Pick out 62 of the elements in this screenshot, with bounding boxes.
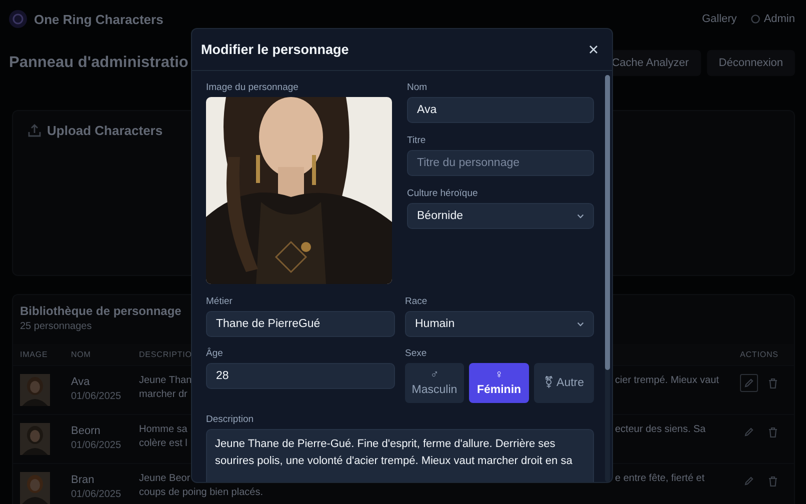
- field-label: Image du personnage: [206, 82, 300, 93]
- age-field[interactable]: 28: [206, 363, 395, 389]
- field-label: Race: [405, 296, 428, 307]
- field-label: Métier: [206, 296, 234, 307]
- title-field[interactable]: Titre du personnage: [407, 150, 594, 176]
- character-name: Beorn: [71, 425, 100, 437]
- field-label: Description: [206, 414, 255, 425]
- trash-icon: [768, 476, 778, 486]
- card-title: Upload Characters: [47, 123, 163, 138]
- description-text: marcher dr: [139, 388, 188, 402]
- field-label: Culture héroïque: [407, 188, 479, 199]
- edit-button[interactable]: [740, 374, 758, 392]
- user-icon: [750, 14, 760, 24]
- chevron-down-icon: [577, 214, 584, 218]
- date-text: 01/06/2025: [71, 440, 122, 451]
- admin-link[interactable]: Admin: [750, 13, 795, 25]
- job-field[interactable]: Thane de PierreGué: [206, 311, 395, 337]
- trash-icon: [768, 378, 778, 388]
- upload-icon: [28, 124, 41, 137]
- pencil-icon: [744, 378, 754, 388]
- gender-option[interactable]: ⚧ Autre: [534, 363, 594, 403]
- column-header: IMAGE: [20, 350, 49, 359]
- close-button[interactable]: [587, 43, 600, 56]
- field-label: Titre: [407, 135, 427, 146]
- ring-logo-icon: [9, 10, 27, 28]
- character-name: Bran: [71, 474, 94, 486]
- page-title: Panneau d'administratio: [9, 54, 188, 72]
- close-icon: [589, 45, 598, 54]
- column-header: ACTIONS: [740, 350, 780, 359]
- app-title: One Ring Characters: [34, 12, 164, 26]
- description-text: ecteur des siens. Sa: [615, 423, 706, 437]
- description-text: Jeune Than: [139, 374, 192, 388]
- dialog-title: Modifier le personnage: [201, 42, 349, 57]
- gender-option[interactable]: ♀ Féminin: [469, 363, 529, 403]
- description-text: coups de poing bien placés.: [139, 486, 263, 500]
- culture-select[interactable]: Béornide: [407, 203, 594, 229]
- description-text: Homme sa: [139, 423, 188, 437]
- scrollbar[interactable]: [605, 75, 610, 482]
- column-header: DESCRIPTIO: [139, 350, 192, 359]
- pencil-icon: [744, 427, 754, 437]
- trash-icon: [768, 426, 778, 438]
- pencil-icon: [744, 476, 754, 486]
- description-text: e entre fête, fierté et: [615, 472, 704, 486]
- name-field[interactable]: Ava: [407, 97, 594, 123]
- race-select[interactable]: Humain: [405, 311, 594, 337]
- gender-option[interactable]: ♂ Masculin: [405, 363, 464, 403]
- nav-link[interactable]: Gallery: [702, 13, 737, 25]
- chevron-down-icon: [577, 322, 584, 326]
- column-header: NOM: [71, 350, 92, 359]
- count-label: 25 personnages: [20, 321, 92, 332]
- date-text: 01/06/2025: [71, 489, 122, 500]
- description-text: Jeune Beor: [139, 472, 190, 486]
- description-text: colère est l: [139, 437, 188, 451]
- character-name: Ava: [71, 376, 90, 388]
- card-title: Bibliothèque de personnage: [20, 304, 182, 318]
- description-text: cier trempé. Mieux vaut: [615, 374, 719, 388]
- date-text: 01/06/2025: [71, 391, 122, 402]
- field-label: Sexe: [405, 348, 428, 359]
- header-button[interactable]: Déconnexion: [706, 50, 795, 76]
- description-field[interactable]: Jeune Thane de Pierre-Gué. Fine d'esprit, ferme d'allure. Derrière ses sourires polis, une volonté d'acier trempé. Mieux vaut marcher droit en sa: [206, 429, 594, 482]
- field-label: Âge: [206, 348, 224, 359]
- field-label: Nom: [407, 82, 428, 93]
